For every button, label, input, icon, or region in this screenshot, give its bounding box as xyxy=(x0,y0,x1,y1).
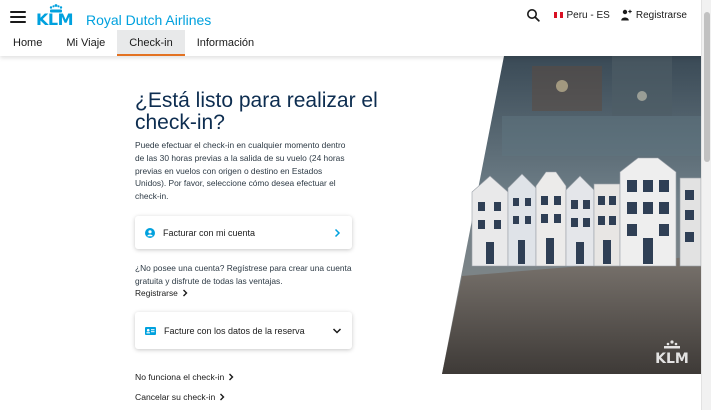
register-link-label: Registrarse xyxy=(135,288,178,298)
account-option-label: Facturar con mi cuenta xyxy=(163,227,256,238)
register-link[interactable]: Registrarse xyxy=(135,287,189,300)
locale-selector[interactable]: Peru - ES xyxy=(567,10,610,21)
brand-name: Royal Dutch Airlines xyxy=(86,12,212,28)
peru-flag-icon xyxy=(553,12,563,18)
chevron-right-icon xyxy=(182,289,188,297)
chevron-right-icon xyxy=(334,228,341,237)
no-account-block: ¿No posee una cuenta? Regístrese para cr… xyxy=(135,262,355,300)
register-link-header[interactable]: Registrarse xyxy=(636,10,687,21)
menu-icon[interactable] xyxy=(10,8,26,24)
page-scrollbar[interactable] xyxy=(701,0,711,410)
checkin-not-working-label: No funciona el check-in xyxy=(135,372,225,382)
site-header: KLM Royal Dutch Airlines Peru - ES Regis… xyxy=(0,0,711,56)
id-card-icon xyxy=(145,326,156,335)
klm-logo[interactable]: KLM Royal Dutch Airlines xyxy=(36,4,211,28)
main-nav: Home Mi Viaje Check-in Información xyxy=(0,30,266,56)
search-icon[interactable] xyxy=(526,8,540,22)
delft-houses-image: KLM xyxy=(442,56,701,374)
tab-informacion[interactable]: Información xyxy=(185,30,266,56)
header-utilities: Peru - ES Registrarse xyxy=(526,8,687,22)
main-content: ¿Está listo para realizar el check-in? P… xyxy=(0,56,711,410)
chevron-down-icon xyxy=(332,327,342,334)
tab-mi-viaje[interactable]: Mi Viaje xyxy=(54,30,117,56)
page-title: ¿Está listo para realizar el check-in? xyxy=(135,89,378,134)
chevron-right-icon xyxy=(229,373,234,381)
tab-home[interactable]: Home xyxy=(0,30,54,56)
logo-mark: KLM xyxy=(36,4,80,28)
chevron-right-icon xyxy=(220,393,225,401)
watermark-text: KLM xyxy=(655,351,689,367)
user-circle-icon xyxy=(145,227,155,238)
hero-photo: KLM xyxy=(442,56,701,374)
logo-klm-text: KLM xyxy=(36,10,74,29)
cancel-checkin-label: Cancelar su check-in xyxy=(135,392,216,402)
checkin-with-booking-dropdown[interactable]: Facture con los datos de la reserva xyxy=(135,312,352,349)
scrollbar-thumb[interactable] xyxy=(704,12,710,162)
checkin-not-working-link[interactable]: No funciona el check-in xyxy=(135,372,235,382)
no-account-text: ¿No posee una cuenta? Regístrese para cr… xyxy=(135,263,352,286)
user-icon xyxy=(621,9,632,21)
checkin-with-account-button[interactable]: Facturar con mi cuenta xyxy=(135,216,352,249)
tab-check-in[interactable]: Check-in xyxy=(117,30,185,56)
booking-option-label: Facture con los datos de la reserva xyxy=(164,325,305,336)
checkin-description: Puede efectuar el check-in en cualquier … xyxy=(135,140,346,202)
cancel-checkin-link[interactable]: Cancelar su check-in xyxy=(135,392,226,402)
